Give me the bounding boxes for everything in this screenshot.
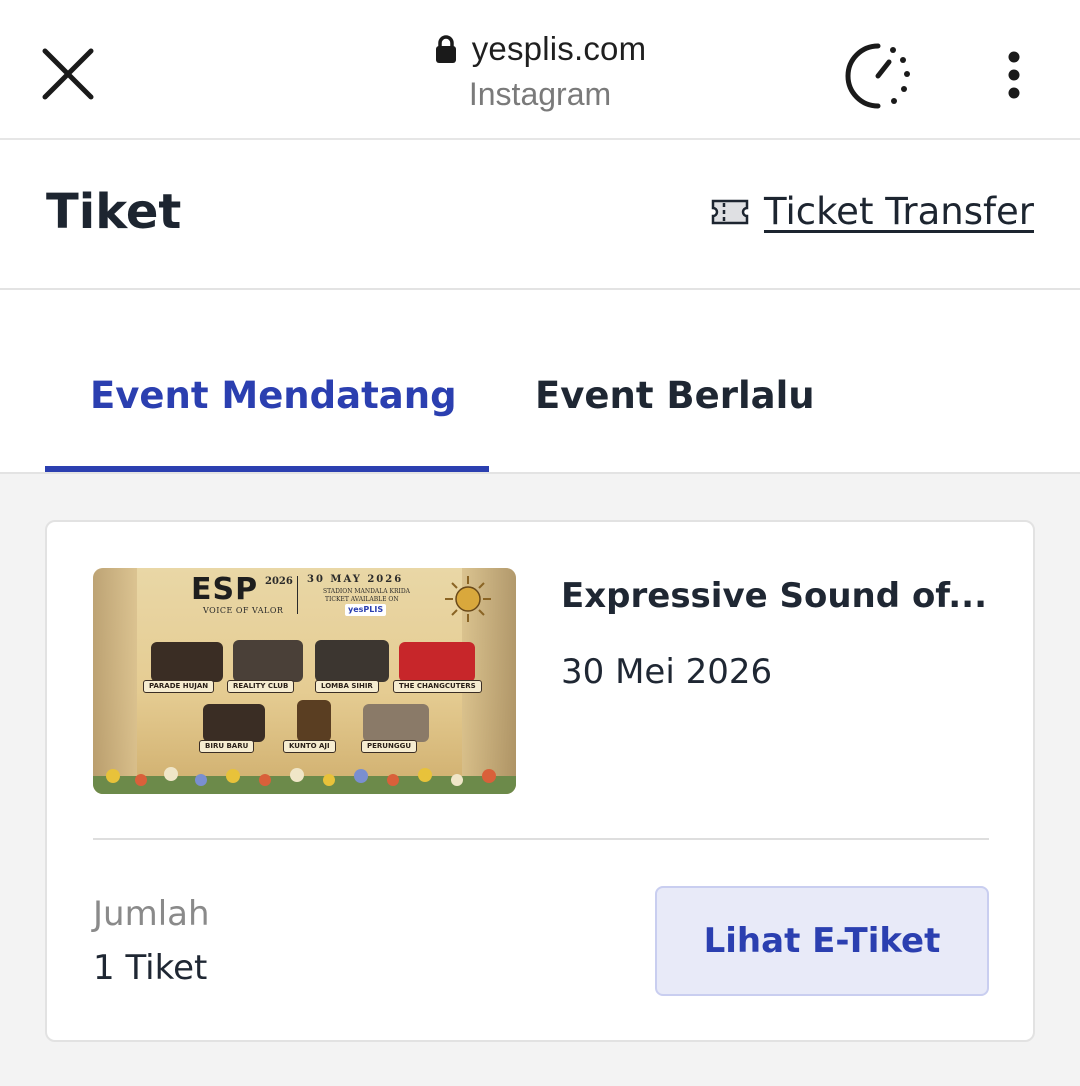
event-tabs: Event Mendatang Event Berlalu <box>0 290 1080 474</box>
band-photo <box>203 704 265 742</box>
band-photo <box>297 700 331 742</box>
ticket-card[interactable]: ESP 2026 VOICE OF VALOR 30 MAY 2026 STAD… <box>45 520 1035 1042</box>
poster-venue: STADION MANDALA KRIDA <box>323 588 410 595</box>
band-label: PARADE HUJAN <box>143 680 215 693</box>
band-photo <box>399 642 475 682</box>
event-date: 30 Mei 2026 <box>561 652 773 692</box>
ticket-icon <box>711 199 749 224</box>
poster-logo: ESP <box>191 572 259 607</box>
poster-ticket-text: TICKET AVAILABLE ON <box>325 596 399 603</box>
band-label: KUNTO AJI <box>283 740 336 753</box>
lock-icon <box>435 35 456 63</box>
poster-date: 30 MAY 2026 <box>307 574 404 585</box>
band-label: REALITY CLUB <box>227 680 295 693</box>
page-title: Tiket <box>46 184 182 240</box>
tab-event-mendatang[interactable]: Event Mendatang <box>90 374 457 417</box>
quantity-label: Jumlah <box>93 894 210 934</box>
poster-divider <box>297 576 298 614</box>
more-vertical-icon <box>1008 51 1020 99</box>
band-label: LOMBA SIHIR <box>315 680 379 693</box>
browser-bar: yesplis.com Instagram <box>0 0 1080 140</box>
poster-tagline: VOICE OF VALOR <box>203 606 284 615</box>
band-label: PERUNGGU <box>361 740 418 753</box>
event-poster: ESP 2026 VOICE OF VALOR 30 MAY 2026 STAD… <box>93 568 516 794</box>
view-eticket-button[interactable]: Lihat E-Tiket <box>655 886 989 996</box>
poster-platform: yesPLIS <box>345 604 387 616</box>
card-divider <box>93 838 989 840</box>
ticket-transfer-link[interactable]: Ticket Transfer <box>710 190 1034 233</box>
poster-flowers <box>93 767 516 794</box>
band-photo <box>233 640 303 682</box>
active-tab-indicator <box>45 466 489 472</box>
page-header: Tiket Ticket Transfer <box>0 140 1080 290</box>
event-name: Expressive Sound of... <box>561 576 987 616</box>
more-menu-button[interactable] <box>984 40 1044 110</box>
poster-logo-year: 2026 <box>265 576 293 587</box>
band-label: BIRU BARU <box>199 740 255 753</box>
band-photo <box>363 704 429 742</box>
poster-pillar-left <box>93 568 137 794</box>
quantity-value: 1 Tiket <box>93 948 208 988</box>
sun-icon <box>445 576 491 622</box>
tab-event-berlalu[interactable]: Event Berlalu <box>535 374 815 417</box>
band-label: THE CHANGCUTERS <box>393 680 482 693</box>
timer-icon <box>845 43 910 109</box>
band-photo <box>315 640 389 682</box>
url-text: yesplis.com <box>471 30 647 67</box>
ticket-transfer-label: Ticket Transfer <box>763 190 1034 233</box>
band-photo <box>151 642 223 682</box>
timer-button[interactable] <box>836 34 920 118</box>
